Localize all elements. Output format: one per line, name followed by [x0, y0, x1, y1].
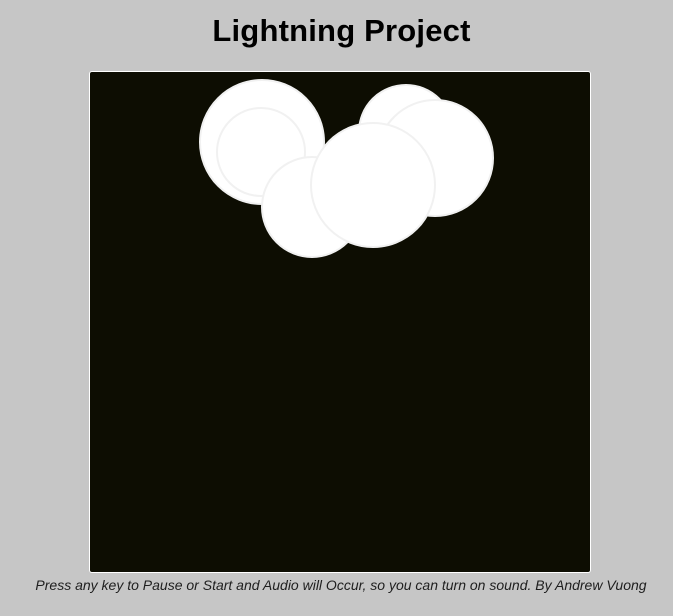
footer-credits: Press any key to Pause or Start and Audi… — [35, 577, 647, 593]
sketch-canvas[interactable] — [90, 72, 590, 572]
sketch-canvas-frame — [89, 71, 591, 573]
cloud-drawing — [199, 79, 494, 258]
page-title: Lightning Project — [212, 13, 471, 48]
cloud — [199, 79, 494, 258]
cloud-puff — [310, 122, 436, 248]
